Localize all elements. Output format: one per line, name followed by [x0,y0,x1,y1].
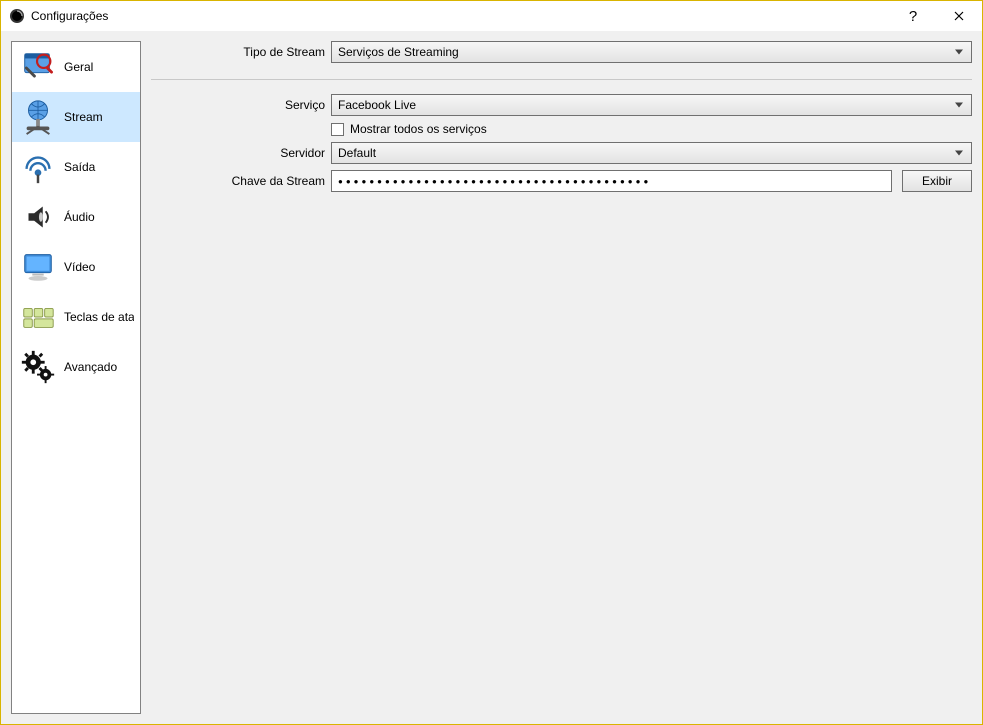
show-all-services-checkbox[interactable]: Mostrar todos os serviços [331,122,487,136]
broadcast-icon [18,147,58,187]
titlebar: Configurações ? [1,1,982,31]
keyboard-icon [18,297,58,337]
dialog-body: Geral Stream [1,31,982,724]
stream-key-value: ●●●●●●●●●●●●●●●●●●●●●●●●●●●●●●●●●●●●●●●● [338,177,651,186]
stream-key-input[interactable]: ●●●●●●●●●●●●●●●●●●●●●●●●●●●●●●●●●●●●●●●● [331,170,892,192]
speaker-icon [18,197,58,237]
gears-icon [18,347,58,387]
app-icon [9,8,25,24]
close-icon [954,8,964,24]
sidebar-item-audio[interactable]: Áudio [12,192,140,242]
stream-type-label: Tipo de Stream [151,45,331,59]
server-select[interactable]: Default [331,142,972,164]
show-key-button[interactable]: Exibir [902,170,972,192]
sidebar-item-hotkeys[interactable]: Teclas de atalho [12,292,140,342]
service-value: Facebook Live [338,98,416,112]
monitor-icon [18,247,58,287]
window-title: Configurações [31,9,890,23]
sidebar-item-advanced[interactable]: Avançado [12,342,140,392]
help-button[interactable]: ? [890,1,936,31]
settings-sidebar: Geral Stream [11,41,141,714]
close-button[interactable] [936,1,982,31]
row-service: Serviço Facebook Live [151,94,972,116]
stream-settings-panel: Tipo de Stream Serviços de Streaming Ser… [151,41,972,714]
show-all-services-label: Mostrar todos os serviços [350,122,487,136]
server-value: Default [338,146,376,160]
row-server: Servidor Default [151,142,972,164]
sidebar-item-label: Vídeo [64,260,134,274]
separator [151,79,972,80]
stream-key-label: Chave da Stream [151,174,331,188]
server-label: Servidor [151,146,331,160]
sidebar-item-label: Stream [64,110,134,124]
show-key-button-label: Exibir [922,174,952,188]
row-stream-key: Chave da Stream ●●●●●●●●●●●●●●●●●●●●●●●●… [151,170,972,192]
sidebar-item-output[interactable]: Saída [12,142,140,192]
stream-type-select[interactable]: Serviços de Streaming [331,41,972,63]
sidebar-item-label: Saída [64,160,134,174]
service-select[interactable]: Facebook Live [331,94,972,116]
settings-window: Configurações ? [0,0,983,725]
stream-type-value: Serviços de Streaming [338,45,459,59]
service-label: Serviço [151,98,331,112]
help-icon: ? [909,8,917,25]
sidebar-item-label: Avançado [64,360,134,374]
row-stream-type: Tipo de Stream Serviços de Streaming [151,41,972,63]
sidebar-item-label: Áudio [64,210,134,224]
sidebar-item-general[interactable]: Geral [12,42,140,92]
wrench-icon [18,47,58,87]
globe-network-icon [18,97,58,137]
sidebar-item-label: Geral [64,60,134,74]
sidebar-item-label: Teclas de atalho [64,310,134,324]
row-show-all: Mostrar todos os serviços [151,122,972,136]
sidebar-item-video[interactable]: Vídeo [12,242,140,292]
checkbox-box-icon [331,123,344,136]
sidebar-item-stream[interactable]: Stream [12,92,140,142]
